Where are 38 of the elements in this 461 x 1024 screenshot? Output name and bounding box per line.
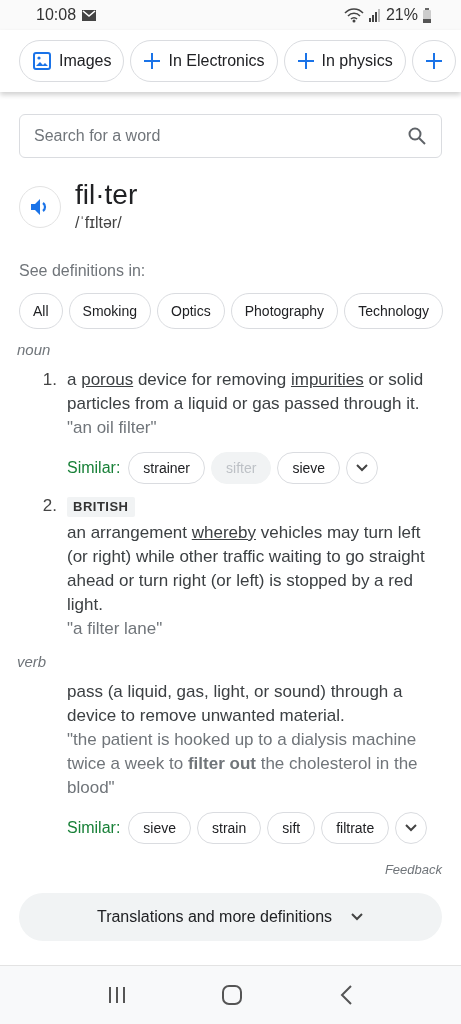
category-chip[interactable]: Photography [230, 293, 339, 329]
part-of-speech: verb [17, 653, 48, 670]
region-label: BRITISH [67, 497, 135, 517]
synonym-chip[interactable]: strainer [128, 452, 206, 484]
clock: 10:08 [36, 6, 77, 24]
synonym-chip[interactable]: sieve [277, 452, 341, 484]
definition-text: pass (a liquid, gas, light, or sound) through a device to remove unwanted material. [67, 681, 404, 727]
word-link[interactable]: porous [81, 370, 134, 389]
pronunciation: /ˈfɪltər/ [75, 214, 123, 232]
synonym-chip[interactable]: strain [197, 812, 262, 844]
synonym-chip[interactable]: sift [267, 812, 316, 844]
search-chip[interactable]: In Electronics [130, 40, 278, 82]
feedback-link[interactable]: Feedback [384, 862, 442, 877]
battery-percent: 21% [385, 6, 418, 24]
see-definitions-label: See definitions in: [19, 262, 147, 280]
search-chip[interactable]: Images [19, 40, 125, 82]
definition-text: a porous device for removing impurities or solid particles from a liquid or gas passed through it. [67, 369, 425, 415]
example-sentence: "a filter lane" [67, 618, 164, 640]
example-sentence: "the patient is hooked up to a dialysis machine twice a week to filter out the cholesterol in the blood" [67, 729, 419, 799]
definition-number: 2. [42, 496, 57, 515]
category-chip[interactable]: Smoking [68, 293, 152, 329]
category-chip[interactable]: Optics [157, 293, 225, 329]
word-link[interactable]: impurities [290, 370, 364, 389]
word-link[interactable]: whereby [191, 523, 256, 542]
definition-number: 1. [42, 370, 57, 389]
part-of-speech: noun [17, 341, 52, 358]
category-chip[interactable]: All [19, 293, 63, 329]
example-sentence: "an oil filter" [67, 417, 158, 439]
more-definitions-button[interactable]: Translations and more definitions [19, 893, 442, 941]
similar-label: Similar: [67, 818, 121, 838]
synonym-chip[interactable]: sieve [128, 812, 192, 844]
similar-label: Similar: [67, 458, 121, 478]
headword: fil·ter [75, 178, 138, 212]
search-chip[interactable]: In physics [283, 40, 406, 82]
synonym-chip[interactable]: filtrate [321, 812, 390, 844]
category-chip[interactable]: Technology [344, 293, 443, 329]
search-field[interactable]: Search for a word [19, 114, 442, 158]
definition-text: an arrangement whereby vehicles may turn left (or right) while other traffic waiting to go straight ahead or turn right (or left) is stopped by a red light. [67, 522, 426, 616]
